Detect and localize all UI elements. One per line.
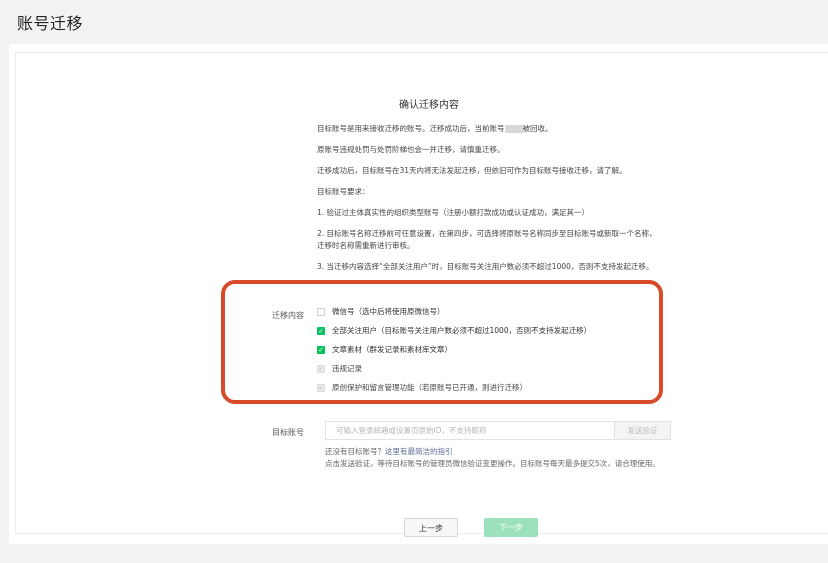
target-account-label: 目标账号 <box>272 428 304 437</box>
guide-link[interactable]: 这里有最简洁的指引 <box>385 447 453 456</box>
next-step-button[interactable]: 下一步 <box>484 518 538 537</box>
send-verification-button[interactable]: 发送验证 <box>615 421 671 440</box>
target-hint: 还没有目标账号？这里有最简洁的指引 点击发送验证，等待目标账号的管理员微信验证变… <box>325 446 675 470</box>
section-title: 确认迁移内容 <box>399 100 459 111</box>
notice-line: 原账号违规处罚与处罚阶梯也会一并迁移，请慎重迁移。 <box>317 145 505 154</box>
notice-line: 目标账号要求： <box>317 187 370 196</box>
notice-block: 目标账号是用来接收迁移的账号。迁移成功后，当前账号 被回收。 原账号违规处罚与处罚… <box>317 123 657 282</box>
notice-line: 目标账号是用来接收迁移的账号。迁移成功后，当前账号 被回收。 <box>317 124 553 133</box>
page-title: 账号迁移 <box>17 14 84 33</box>
previous-step-button[interactable]: 上一步 <box>404 518 458 537</box>
target-account-input[interactable]: 可输入登录邮箱或设置页原始ID，不支持昵称 <box>325 421 615 440</box>
redacted-account <box>504 125 523 133</box>
highlight-annotation <box>221 280 663 404</box>
notice-line: 迁移成功后，目标账号在31天内将无法发起迁移，但依旧可作为目标账号接收迁移，请了… <box>317 166 627 175</box>
notice-line: 2. 目标账号名称迁移前可任意设置，在第四步，可选择将原账号名称同步至目标账号或… <box>317 229 657 250</box>
hint-line: 还没有目标账号？这里有最简洁的指引 <box>325 447 453 456</box>
notice-line: 1. 验证过主体真实性的组织类型账号（注册小额打款成功或认证成功，满足其一） <box>317 208 590 217</box>
hint-body: 点击发送验证，等待目标账号的管理员微信验证变更操作。目标账号每天最多提交5次，请… <box>325 459 660 468</box>
notice-line: 3. 当迁移内容选择“全部关注用户”时，目标账号关注用户数必须不超过1000，否… <box>317 262 654 271</box>
